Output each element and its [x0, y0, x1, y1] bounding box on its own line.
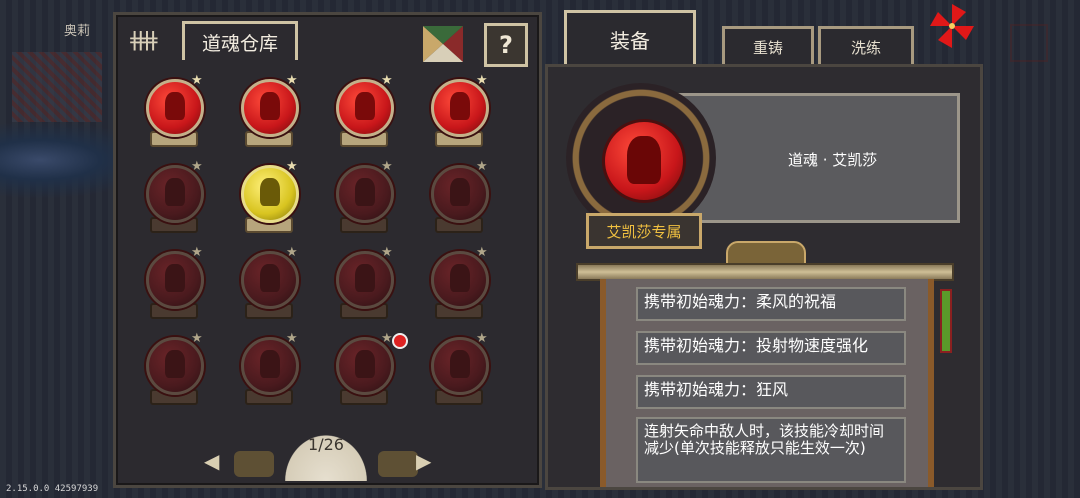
- star-icon: ★: [381, 73, 393, 88]
- soul-name: 道魂 · 艾凯莎: [788, 151, 878, 169]
- filter-icon[interactable]: ǂǂǂǂ: [130, 27, 166, 57]
- soul-storage-panel: ǂǂǂǂ 道魂仓库 ? ★ ★ ★ ★ ★ ★ ★ ★ ★ ★ ★ ★ ★ ★ ★ ★ ◀ 1/26 ▶: [113, 12, 542, 488]
- storage-title: 道魂仓库: [182, 21, 298, 60]
- portrait-face: [165, 178, 185, 206]
- soul-slot[interactable]: ★: [326, 245, 398, 323]
- equipped-soul-orb[interactable]: [566, 83, 716, 233]
- star-icon: ★: [191, 159, 203, 174]
- soul-slot[interactable]: ★: [421, 73, 493, 151]
- portrait-face: [165, 92, 185, 120]
- portrait-face: [450, 92, 470, 120]
- star-icon: ★: [286, 245, 298, 260]
- tangram-icon[interactable]: [423, 26, 463, 62]
- soul-slot[interactable]: ★: [421, 159, 493, 237]
- skill-item: 携带初始魂力：柔风的祝福: [636, 287, 906, 321]
- portrait-face: [260, 92, 280, 120]
- soul-slot[interactable]: ★: [231, 245, 303, 323]
- soul-slot[interactable]: ★: [326, 73, 398, 151]
- tassel-decoration: [940, 289, 952, 353]
- portrait-face: [355, 178, 375, 206]
- version-label: 2.15.0.0 42597939: [6, 484, 99, 494]
- portrait-face: [260, 178, 280, 206]
- star-icon: ★: [286, 159, 298, 174]
- portrait-face: [260, 350, 280, 378]
- soul-slot[interactable]: ★: [421, 331, 493, 409]
- soul-slot[interactable]: ★: [421, 245, 493, 323]
- soul-slot[interactable]: ★: [136, 245, 208, 323]
- portrait-face: [450, 178, 470, 206]
- star-icon: ★: [476, 331, 488, 346]
- page-indicator-fan: 1/26: [274, 423, 378, 481]
- npc-name-label: 奥莉: [64, 24, 91, 39]
- portrait-face: [450, 350, 470, 378]
- soul-slot[interactable]: ★: [231, 73, 303, 151]
- soul-slot[interactable]: ★: [326, 159, 398, 237]
- help-button[interactable]: ?: [484, 23, 528, 67]
- soul-slot[interactable]: ★: [136, 159, 208, 237]
- star-icon: ★: [191, 245, 203, 260]
- soul-portrait-icon: [602, 119, 686, 203]
- star-icon: ★: [286, 331, 298, 346]
- soul-slot[interactable]: ★: [136, 73, 208, 151]
- portrait-face: [260, 264, 280, 292]
- star-icon: ★: [286, 73, 298, 88]
- star-icon: ★: [381, 245, 393, 260]
- equip-detail-panel: 道魂 · 艾凯莎 艾凯莎专属 携带初始魂力：柔风的祝福 携带初始魂力：投射物速度…: [545, 64, 983, 490]
- portrait-face: [165, 264, 185, 292]
- notification-badge-icon: [392, 333, 408, 349]
- prev-page-button[interactable]: ◀: [204, 449, 219, 473]
- background-scenery: [12, 52, 102, 122]
- page-number: 1/26: [308, 435, 344, 454]
- ornament-right: [378, 451, 418, 477]
- star-icon: ★: [476, 73, 488, 88]
- soul-slot[interactable]: ★: [136, 331, 208, 409]
- skill-item: 连射矢命中敌人时，该技能冷却时间减少(单次技能释放只能生效一次): [636, 417, 906, 483]
- portrait-face: [355, 264, 375, 292]
- portrait-face: [450, 264, 470, 292]
- star-icon: ★: [476, 245, 488, 260]
- star-icon: ★: [381, 331, 393, 346]
- tab-equip[interactable]: 装备: [564, 10, 696, 65]
- tab-recast[interactable]: 重铸: [722, 26, 814, 65]
- skill-item: 携带初始魂力：狂风: [636, 375, 906, 409]
- star-icon: ★: [191, 331, 203, 346]
- skill-scroll: 携带初始魂力：柔风的祝福 携带初始魂力：投射物速度强化 携带初始魂力：狂风 连射…: [600, 279, 934, 487]
- portrait-face: [627, 136, 661, 184]
- soul-slot[interactable]: ★: [326, 331, 398, 409]
- tab-refine[interactable]: 洗练: [818, 26, 914, 65]
- soul-slot[interactable]: ★: [231, 159, 303, 237]
- exclusive-tag: 艾凯莎专属: [586, 213, 702, 249]
- star-icon: ★: [191, 73, 203, 88]
- star-icon: ★: [381, 159, 393, 174]
- decorative-corner-icon: [1010, 24, 1048, 62]
- portrait-face: [355, 92, 375, 120]
- star-icon: ★: [476, 159, 488, 174]
- soul-grid: ★ ★ ★ ★ ★ ★ ★ ★ ★ ★ ★ ★ ★ ★ ★ ★: [136, 73, 526, 413]
- portrait-face: [355, 350, 375, 378]
- pinwheel-icon[interactable]: [930, 4, 974, 48]
- next-page-button[interactable]: ▶: [416, 449, 431, 473]
- portrait-face: [165, 350, 185, 378]
- soul-slot[interactable]: ★: [231, 331, 303, 409]
- ornament-left: [234, 451, 274, 477]
- skill-item: 携带初始魂力：投射物速度强化: [636, 331, 906, 365]
